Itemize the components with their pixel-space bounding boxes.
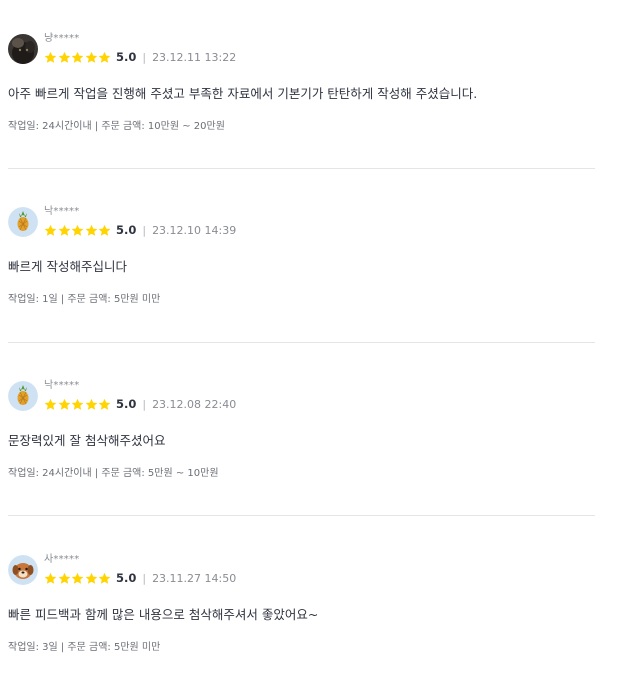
- rating-row: 5.0 | 23.11.27 14:50: [44, 570, 236, 586]
- star-rating: [44, 398, 112, 411]
- rating-score: 5.0: [115, 397, 137, 411]
- star-icon: [85, 398, 98, 411]
- order-meta: 작업일: 3일 | 주문 금액: 5만원 미만: [8, 642, 161, 653]
- reviewer-nickname: 사*****: [44, 554, 80, 565]
- star-icon: [85, 224, 98, 237]
- order-meta: 작업일: 24시간이내 | 주문 금액: 10만원 ~ 20만원: [8, 121, 225, 132]
- star-icon: [44, 572, 57, 585]
- star-rating: [44, 51, 112, 64]
- star-rating: [44, 224, 112, 237]
- rating-row: 5.0 | 23.12.11 13:22: [44, 49, 236, 65]
- star-icon: [71, 398, 84, 411]
- review-comment: 빠르게 작성해주십니다: [8, 259, 127, 274]
- star-icon: [44, 398, 57, 411]
- star-icon: [58, 398, 71, 411]
- star-icon: [44, 51, 57, 64]
- review-comment: 빠른 피드백과 함께 많은 내용으로 첨삭해주셔서 좋았어요~: [8, 607, 319, 622]
- separator: |: [142, 223, 147, 237]
- rating-row: 5.0 | 23.12.10 14:39: [44, 222, 236, 238]
- star-icon: [85, 572, 98, 585]
- review-date: 23.12.10 14:39: [152, 223, 237, 237]
- separator: |: [142, 397, 147, 411]
- reviewer-nickname: 냥*****: [44, 33, 80, 44]
- star-icon: [58, 224, 71, 237]
- order-meta: 작업일: 24시간이내 | 주문 금액: 5만원 ~ 10만원: [8, 468, 219, 479]
- star-icon: [85, 51, 98, 64]
- rating-score: 5.0: [115, 50, 137, 64]
- star-icon: [98, 224, 111, 237]
- star-icon: [71, 224, 84, 237]
- rating-score: 5.0: [115, 571, 137, 585]
- review-date: 23.11.27 14:50: [152, 571, 237, 585]
- review-comment: 문장력있게 잘 첨삭해주셨어요: [8, 433, 166, 448]
- star-icon: [58, 572, 71, 585]
- pineapple-avatar-icon: [8, 381, 38, 411]
- review-divider: [8, 168, 595, 169]
- black-cat-avatar-icon: [8, 34, 38, 64]
- review-comment: 아주 빠르게 작업을 진행해 주셨고 부족한 자료에서 기본기가 탄탄하게 작성…: [8, 86, 478, 101]
- star-icon: [58, 51, 71, 64]
- star-icon: [44, 224, 57, 237]
- order-meta: 작업일: 1일 | 주문 금액: 5만원 미만: [8, 294, 161, 305]
- reviewer-nickname: 낙*****: [44, 206, 80, 217]
- pineapple-avatar-icon: [8, 207, 38, 237]
- review-date: 23.12.08 22:40: [152, 397, 237, 411]
- star-icon: [71, 572, 84, 585]
- star-icon: [98, 572, 111, 585]
- rating-row: 5.0 | 23.12.08 22:40: [44, 396, 236, 412]
- star-icon: [71, 51, 84, 64]
- review-divider: [8, 515, 595, 516]
- review-divider: [8, 342, 595, 343]
- separator: |: [142, 571, 147, 585]
- review-date: 23.12.11 13:22: [152, 50, 237, 64]
- review-list: 냥***** 5.0 | 23.12.11 13:22 아주 빠르게 작업을 진…: [0, 0, 622, 681]
- star-icon: [98, 51, 111, 64]
- separator: |: [142, 50, 147, 64]
- dog-avatar-icon: [8, 555, 38, 585]
- star-icon: [98, 398, 111, 411]
- reviewer-nickname: 낙*****: [44, 380, 80, 391]
- star-rating: [44, 572, 112, 585]
- rating-score: 5.0: [115, 223, 137, 237]
